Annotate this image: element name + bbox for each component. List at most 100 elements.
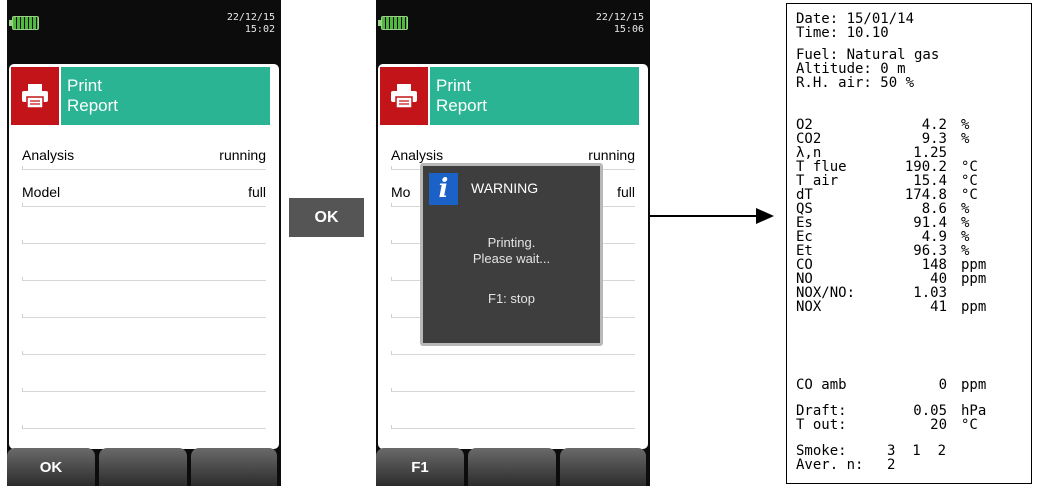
menu-title-line2: Report	[436, 96, 488, 115]
fkey-ok[interactable]: OK	[7, 448, 95, 486]
report-smoke-values: 3 1 2	[887, 443, 947, 459]
menu-title: Print Report	[430, 67, 639, 125]
report-tout-unit: °C	[961, 417, 978, 433]
measurement-name: CO2	[796, 131, 822, 147]
measurement-value: 96.3	[913, 243, 947, 259]
measurement-value: 8.6	[921, 201, 947, 217]
dialog-stop-hint: F1: stop	[488, 291, 535, 306]
measurement-name: T flue	[796, 159, 847, 175]
measurement-name: Es	[796, 215, 813, 231]
report-co-amb-name: CO amb	[796, 377, 847, 393]
measurement-value: 91.4	[913, 215, 947, 231]
measurement-unit: ppm	[961, 299, 987, 315]
report-date: Date: 15/01/14	[796, 11, 915, 27]
fkey-2[interactable]	[99, 448, 187, 486]
status-date: 22/12/15	[595, 12, 644, 23]
menu-row-empty	[22, 244, 266, 281]
status-bar: 22/12/15 15:02	[7, 0, 281, 40]
measurement-name: NOX	[796, 299, 822, 315]
row-label: Mo	[391, 184, 411, 200]
menu-row-empty	[22, 392, 266, 429]
measurement-value: 148	[921, 257, 947, 273]
info-icon: i	[429, 173, 458, 205]
measurement-name: λ,n	[796, 145, 822, 161]
report-aver-name: Aver. n:	[796, 457, 864, 473]
measurement-value: 9.3	[921, 131, 947, 147]
row-value: running	[219, 147, 266, 163]
row-label: Analysis	[391, 147, 444, 163]
measurement-unit: °C	[961, 159, 978, 175]
ok-button[interactable]: OK	[289, 198, 364, 237]
status-bar: 22/12/15 15:06	[376, 0, 650, 40]
measurement-name: NOX/NO:	[796, 285, 856, 301]
menu-row-empty	[22, 207, 266, 244]
menu-title-line2: Report	[67, 96, 119, 115]
measurement-unit: %	[961, 117, 970, 133]
measurement-name: QS	[796, 201, 813, 217]
measurement-name: T air	[796, 173, 839, 189]
measurement-name: O2	[796, 117, 813, 133]
measurement-value: 41	[930, 299, 947, 315]
measurement-name: dT	[796, 187, 813, 203]
fkey-3[interactable]	[191, 448, 277, 486]
battery-icon	[378, 16, 408, 30]
printed-report: Date: 15/01/14 Time: 10.10 Fuel: Natural…	[786, 3, 1032, 484]
menu-row-empty	[391, 355, 635, 392]
measurement-name: NO	[796, 271, 813, 287]
printer-icon	[11, 67, 59, 125]
report-tout-value: 20	[930, 417, 947, 433]
measurement-value: 4.2	[921, 117, 947, 133]
status-time: 15:02	[244, 24, 275, 35]
menu-row-empty	[391, 392, 635, 429]
fkey-f1[interactable]: F1	[376, 448, 464, 486]
warning-dialog: i WARNING Printing. Please wait... F1: s…	[420, 163, 603, 346]
report-draft-unit: hPa	[961, 403, 987, 419]
report-smoke-name: Smoke:	[796, 443, 847, 459]
dialog-message-line2: Please wait...	[472, 251, 551, 266]
measurement-unit: °C	[961, 187, 978, 203]
battery-icon	[9, 16, 39, 30]
measurement-unit: %	[961, 215, 970, 231]
menu-row-empty	[22, 281, 266, 318]
fkey-3[interactable]	[560, 448, 646, 486]
status-time: 15:06	[613, 24, 644, 35]
measurement-unit: °C	[961, 173, 978, 189]
dialog-message: Printing. Please wait...	[423, 235, 600, 267]
report-rh: R.H. air: 50 %	[796, 75, 915, 91]
menu-title-line1: Print	[436, 76, 471, 95]
measurement-unit: %	[961, 131, 970, 147]
fkey-2[interactable]	[468, 448, 556, 486]
menu-row-empty	[22, 318, 266, 355]
report-draft-name: Draft:	[796, 403, 847, 419]
row-label: Model	[22, 184, 61, 200]
measurement-unit: %	[961, 201, 970, 217]
report-aver-value: 2	[887, 457, 896, 473]
menu-title-line1: Print	[67, 76, 102, 95]
status-datetime: 22/12/15 15:02	[227, 12, 275, 36]
measurement-name: CO	[796, 257, 813, 273]
measurement-unit: ppm	[961, 257, 987, 273]
row-value: running	[588, 147, 635, 163]
report-altitude: Altitude: 0 m	[796, 61, 906, 77]
menu-row-analysis[interactable]: Analysis running	[22, 133, 266, 170]
report-time: Time: 10.10	[796, 25, 889, 41]
menu-header: Print Report	[380, 67, 639, 125]
menu-screen: Print Report Analysis running Model full	[9, 64, 279, 449]
report-fuel: Fuel: Natural gas	[796, 47, 940, 63]
row-value: full	[617, 184, 635, 200]
dialog-title: WARNING	[471, 180, 539, 196]
report-draft-value: 0.05	[913, 403, 947, 419]
measurement-value: 1.03	[913, 285, 947, 301]
function-keys: F1	[376, 448, 650, 486]
status-datetime: 22/12/15 15:06	[596, 12, 644, 36]
printer-icon	[380, 67, 428, 125]
measurement-unit: %	[961, 229, 970, 245]
menu-row-model[interactable]: Model full	[22, 170, 266, 207]
dialog-message-line1: Printing.	[487, 235, 536, 250]
menu-row-empty	[22, 355, 266, 392]
measurement-value: 40	[930, 271, 947, 287]
row-label: Analysis	[22, 147, 75, 163]
report-tout-name: T out:	[796, 417, 847, 433]
menu-header: Print Report	[11, 67, 270, 125]
measurement-value: 174.8	[904, 187, 947, 203]
